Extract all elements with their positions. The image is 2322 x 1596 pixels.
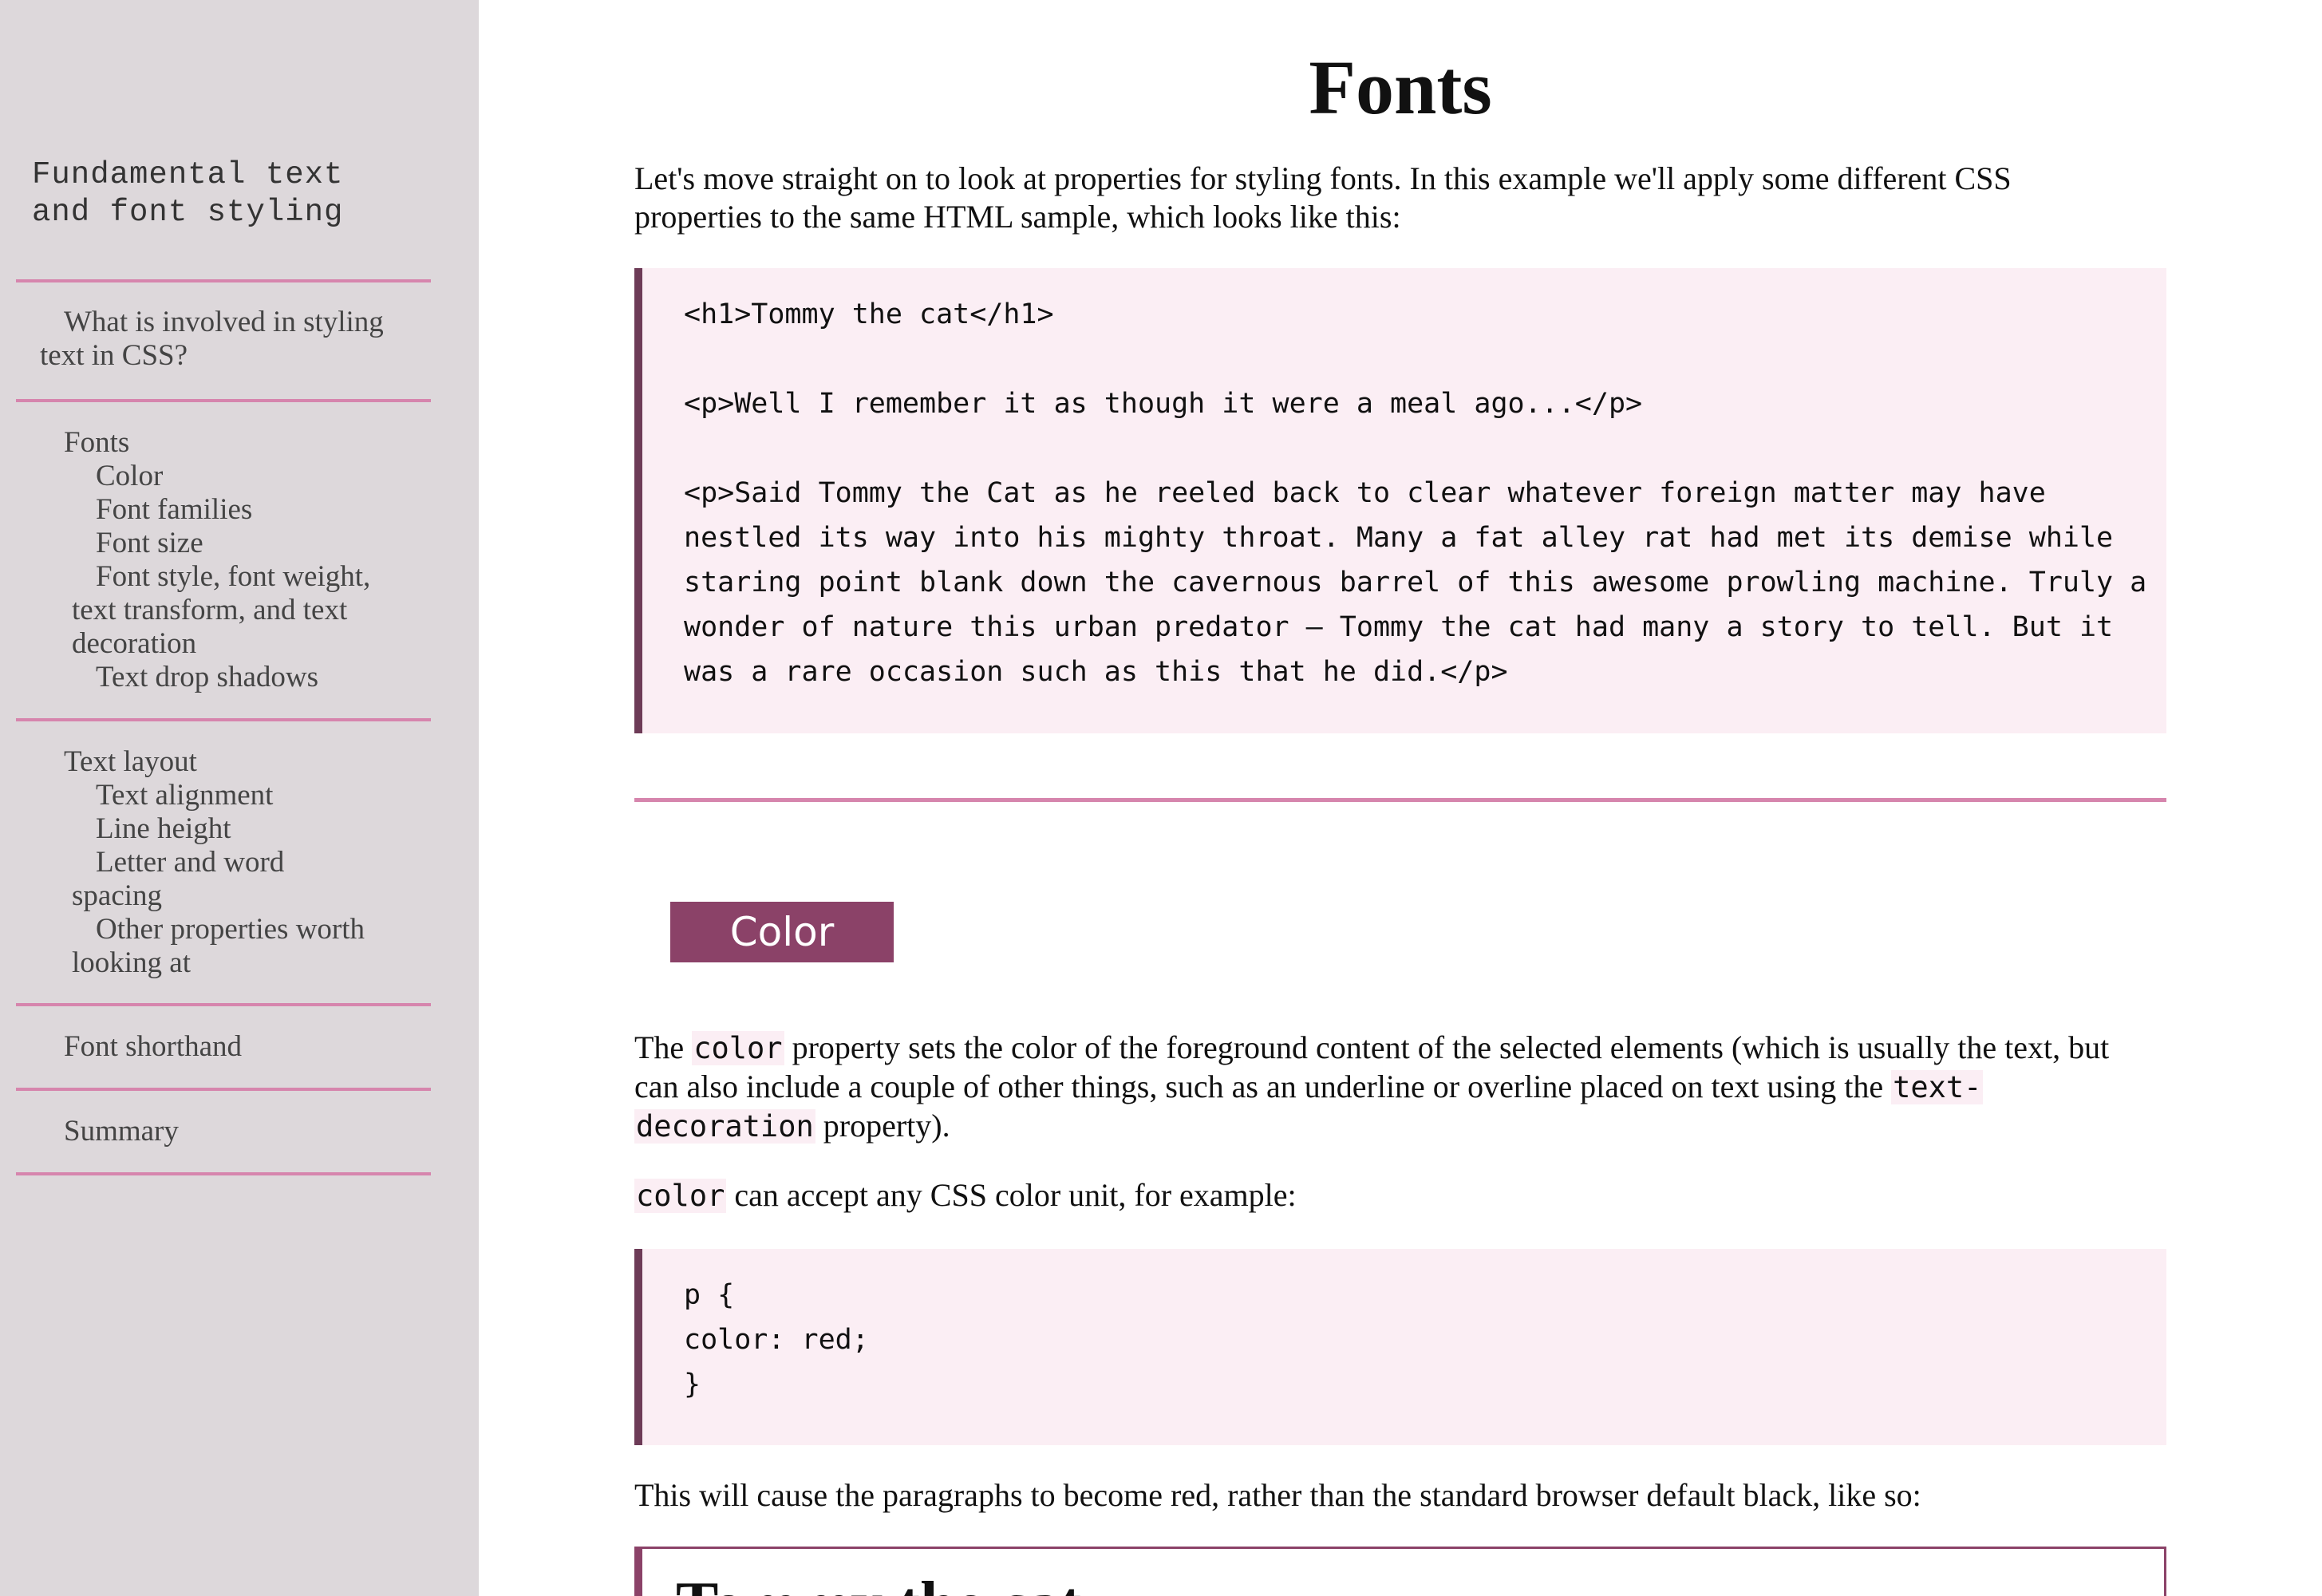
sidebar-item-font-size[interactable]: Font size: [96, 527, 203, 560]
code-line: <p>Said Tommy the Cat as he reeled back …: [684, 477, 2046, 509]
rendered-example-heading: Tommy the cat: [676, 1565, 1081, 1596]
code-line: staring point blank down the cavernous b…: [684, 567, 2147, 598]
sidebar-item-label: text transform, and text: [72, 594, 348, 626]
sidebar-item-font-families[interactable]: Font families: [96, 493, 252, 527]
result-intro-paragraph: This will cause the paragraphs to become…: [634, 1477, 1921, 1513]
intro-paragraph: Let's move straight on to look at proper…: [634, 160, 2166, 236]
code-line: color: red;: [684, 1324, 869, 1356]
sidebar-item-summary[interactable]: Summary: [64, 1115, 179, 1148]
sidebar-title-line: Fundamental text: [32, 157, 344, 192]
sidebar: Fundamental text and font styling What i…: [0, 0, 479, 1596]
sidebar-item-label: decoration: [72, 627, 197, 660]
code-line: nestled its way into his mighty throat. …: [684, 522, 2114, 554]
paragraph-line: can also include a couple of other thing…: [634, 1068, 2166, 1107]
code-line: p {: [684, 1279, 735, 1311]
html-sample-code-block: <h1>Tommy the cat</h1> <p>Well I remembe…: [634, 268, 2166, 733]
sidebar-item-label: Letter and word: [96, 846, 285, 879]
text-run: property).: [815, 1108, 950, 1144]
text-run: can accept any CSS color unit, for examp…: [726, 1177, 1297, 1213]
code-line: }: [684, 1369, 701, 1400]
sidebar-item-label: looking at: [72, 946, 192, 979]
sidebar-item-line-height[interactable]: Line height: [96, 812, 231, 846]
paragraph-line: decoration property).: [634, 1107, 2166, 1146]
sidebar-item-font-shorthand[interactable]: Font shorthand: [64, 1030, 242, 1064]
sidebar-title: Fundamental text and font styling: [32, 156, 431, 231]
sidebar-item-label: spacing: [72, 879, 163, 912]
sidebar-item-label: text in CSS?: [40, 339, 188, 372]
sidebar-divider: [16, 1088, 431, 1091]
color-units-paragraph: color can accept any CSS color unit, for…: [634, 1176, 2166, 1215]
sidebar-divider: [16, 279, 431, 282]
css-example-code-block: p { color: red; }: [634, 1249, 2166, 1445]
color-section-heading: Color: [670, 902, 894, 962]
sidebar-divider: [16, 399, 431, 402]
inline-code: text-: [1891, 1070, 1984, 1104]
code-line: wonder of nature this urban predator — T…: [684, 611, 2114, 643]
inline-code: color: [634, 1179, 727, 1213]
text-run: can also include a couple of other thing…: [634, 1069, 1892, 1104]
sidebar-item-text-layout[interactable]: Text layout: [64, 745, 197, 779]
sidebar-item-label: Font style, font weight,: [96, 560, 371, 593]
section-divider: [634, 798, 2166, 802]
sidebar-item-font-style[interactable]: Font style, font weight, text transform,…: [72, 560, 370, 661]
sidebar-title-line: and font styling: [32, 195, 344, 230]
inline-code: decoration: [634, 1109, 815, 1144]
rendered-example-box: Tommy the cat: [634, 1547, 2166, 1596]
sidebar-item-label: What is involved in styling: [64, 306, 384, 338]
code-line: was a rare occasion such as this that he…: [684, 656, 1508, 688]
color-description-paragraph: The color property sets the color of the…: [634, 1029, 2166, 1146]
intro-line: Let's move straight on to look at proper…: [634, 160, 2012, 196]
sidebar-item-fonts[interactable]: Fonts: [64, 426, 129, 460]
sidebar-divider: [16, 1003, 431, 1006]
inline-code: color: [692, 1031, 784, 1065]
intro-line: properties to the same HTML sample, whic…: [634, 199, 1401, 235]
sidebar-item-other-properties[interactable]: Other properties worth looking at: [72, 913, 365, 980]
text-run: The: [634, 1029, 693, 1065]
sidebar-item-what-is-involved[interactable]: What is involved in styling text in CSS?: [40, 306, 384, 373]
sidebar-item-letter-word-spacing[interactable]: Letter and word spacing: [72, 846, 284, 913]
sidebar-item-text-drop-shadows[interactable]: Text drop shadows: [96, 661, 318, 694]
code-line: <h1>Tommy the cat</h1>: [684, 298, 1054, 330]
paragraph-line: The color property sets the color of the…: [634, 1029, 2166, 1068]
sidebar-item-color[interactable]: Color: [96, 460, 163, 493]
sidebar-item-label: Other properties worth: [96, 913, 365, 946]
sidebar-item-text-alignment[interactable]: Text alignment: [96, 779, 273, 812]
sidebar-divider: [16, 1172, 431, 1175]
sidebar-divider: [16, 718, 431, 721]
text-run: property sets the color of the foregroun…: [784, 1029, 2110, 1065]
page-title: Fonts: [1309, 45, 1492, 130]
code-line: <p>Well I remember it as though it were …: [684, 388, 1643, 420]
